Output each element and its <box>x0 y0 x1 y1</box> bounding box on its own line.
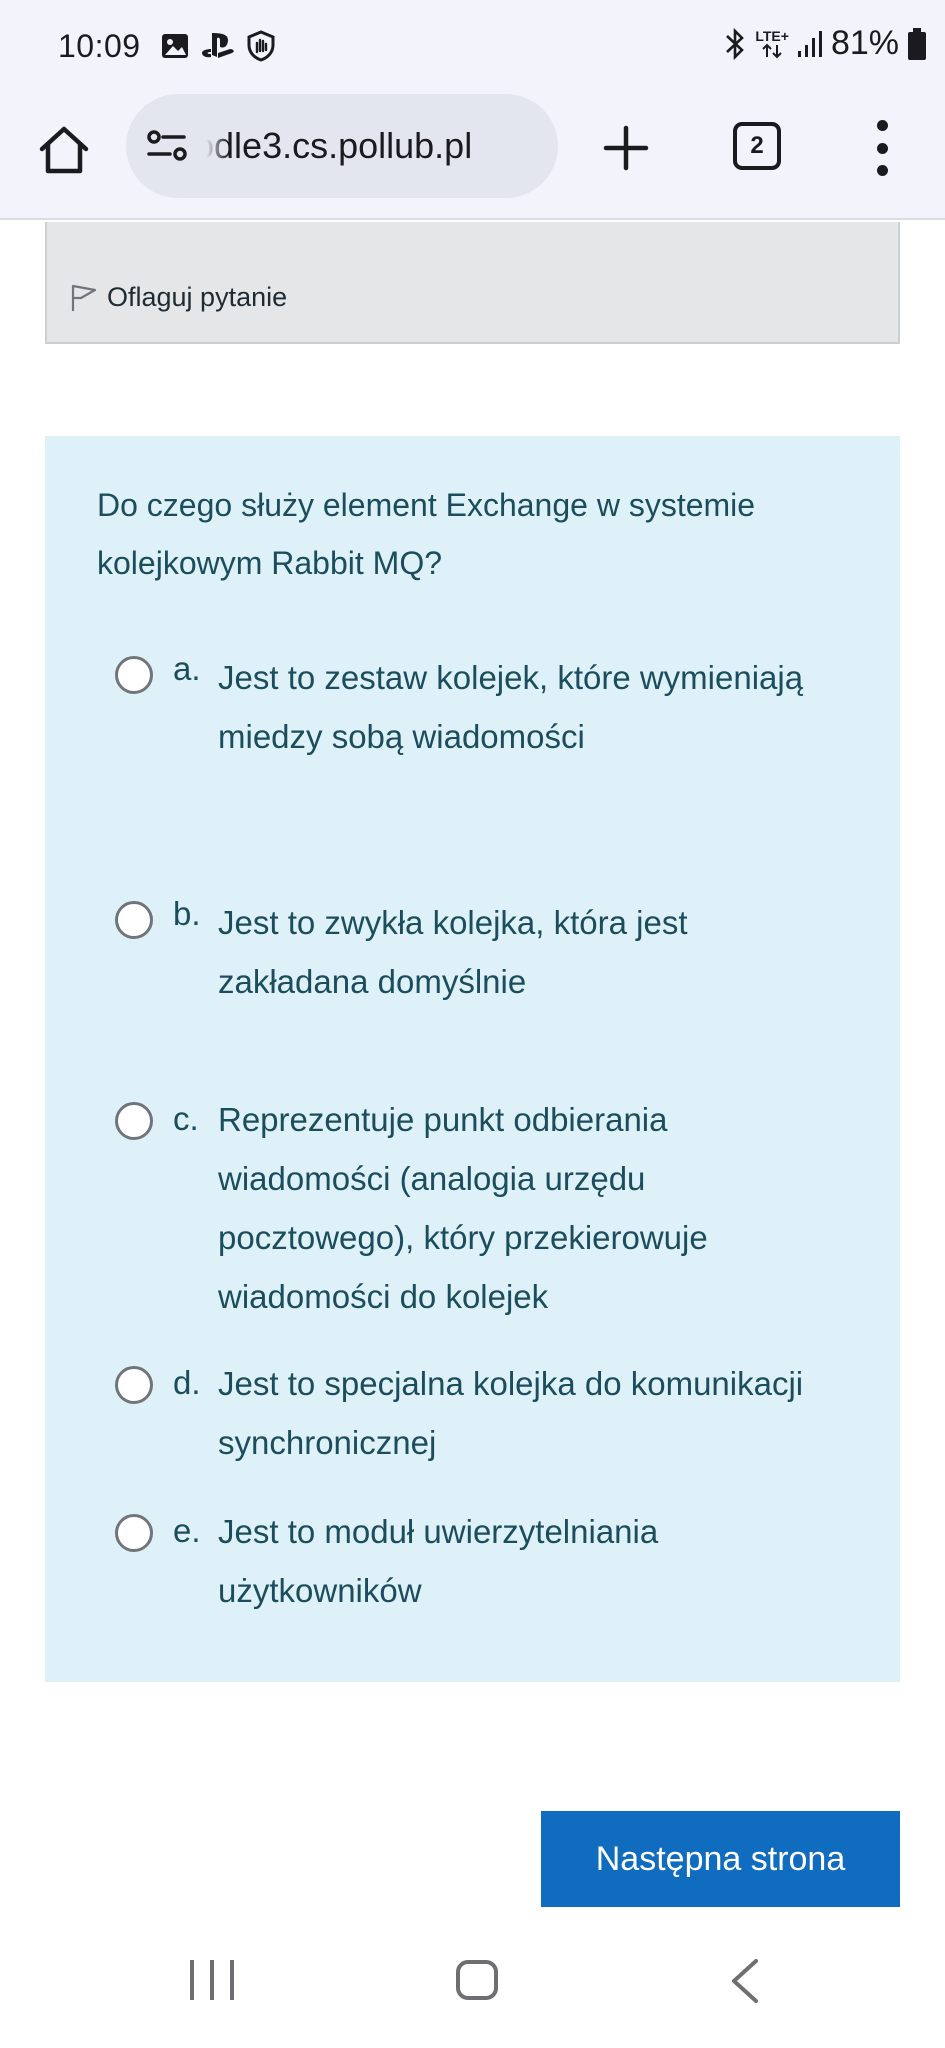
option-text: Jest to zwykła kolejka, która jest zakła… <box>218 904 688 1000</box>
notification-icons <box>160 30 276 62</box>
option-letter: a. <box>173 650 201 687</box>
recent-apps-button[interactable] <box>190 1960 234 2000</box>
option-letter: b. <box>173 895 201 932</box>
url-text[interactable]: odle3.cs.pollub.pl <box>194 125 472 167</box>
radio-e[interactable] <box>115 1514 153 1552</box>
question-text: Do czego służy element Exchange w system… <box>97 487 756 581</box>
nav-home-button[interactable] <box>456 1960 498 2000</box>
option-text: Jest to zestaw kolejek, które wymieniają… <box>218 659 804 755</box>
plus-icon <box>603 125 649 171</box>
more-menu-button[interactable] <box>862 120 902 176</box>
browser-toolbar: odle3.cs.pollub.pl 2 <box>0 90 945 220</box>
url-fade <box>192 94 228 198</box>
radio-b[interactable] <box>115 901 153 939</box>
address-bar[interactable]: odle3.cs.pollub.pl <box>126 94 558 198</box>
battery-icon <box>908 27 926 60</box>
signal-icon <box>797 30 822 57</box>
home-icon <box>39 126 89 174</box>
back-chevron-icon[interactable] <box>726 1958 766 2004</box>
recent-bar-icon <box>190 1960 194 2000</box>
recent-bar-icon <box>230 1960 234 2000</box>
playstation-icon <box>202 33 234 58</box>
page-content: Oflaguj pytanie Do czego służy element E… <box>0 222 945 1918</box>
system-navigation-bar <box>0 1918 945 2048</box>
option-letter: d. <box>173 1364 201 1401</box>
menu-dot-icon <box>876 120 888 131</box>
option-text: Jest to specjalna kolejka do komunikacji… <box>218 1365 804 1461</box>
status-bar: 10:09 LTE+ 81% <box>0 0 945 90</box>
next-page-button[interactable]: Następna strona <box>541 1811 900 1907</box>
new-tab-button[interactable] <box>596 118 656 178</box>
system-icons: LTE+ 81% <box>723 24 945 63</box>
lte-indicator: LTE+ <box>755 29 789 59</box>
lte-label: LTE+ <box>755 27 789 44</box>
flag-question-link[interactable]: Oflaguj pytanie <box>69 282 287 313</box>
image-icon <box>162 34 188 58</box>
question-panel: Do czego służy element Exchange w system… <box>45 436 900 1682</box>
data-arrows-icon <box>762 43 782 58</box>
menu-dot-icon <box>876 142 888 154</box>
battery-percentage: 81% <box>830 24 899 62</box>
option-letter: c. <box>173 1100 199 1137</box>
flag-question-label: Oflaguj pytanie <box>107 282 288 312</box>
radio-d[interactable] <box>115 1366 153 1404</box>
question-info-box: Oflaguj pytanie <box>45 222 900 344</box>
flag-icon <box>71 284 97 311</box>
option-letter: e. <box>173 1512 201 1549</box>
bluetooth-icon <box>726 27 745 60</box>
option-text: Reprezentuje punkt odbierania wiadomości… <box>218 1101 708 1315</box>
recent-bar-icon <box>210 1960 214 2000</box>
radio-c[interactable] <box>115 1102 153 1140</box>
status-time: 10:09 <box>58 28 141 64</box>
site-settings-icon[interactable] <box>146 126 192 166</box>
tab-switcher-button[interactable]: 2 <box>733 122 781 170</box>
radio-a[interactable] <box>115 656 153 694</box>
shield-hand-icon <box>247 30 275 62</box>
option-text: Jest to moduł uwierzytelniania użytkowni… <box>218 1513 659 1609</box>
home-button[interactable] <box>32 118 96 182</box>
menu-dot-icon <box>876 165 888 176</box>
